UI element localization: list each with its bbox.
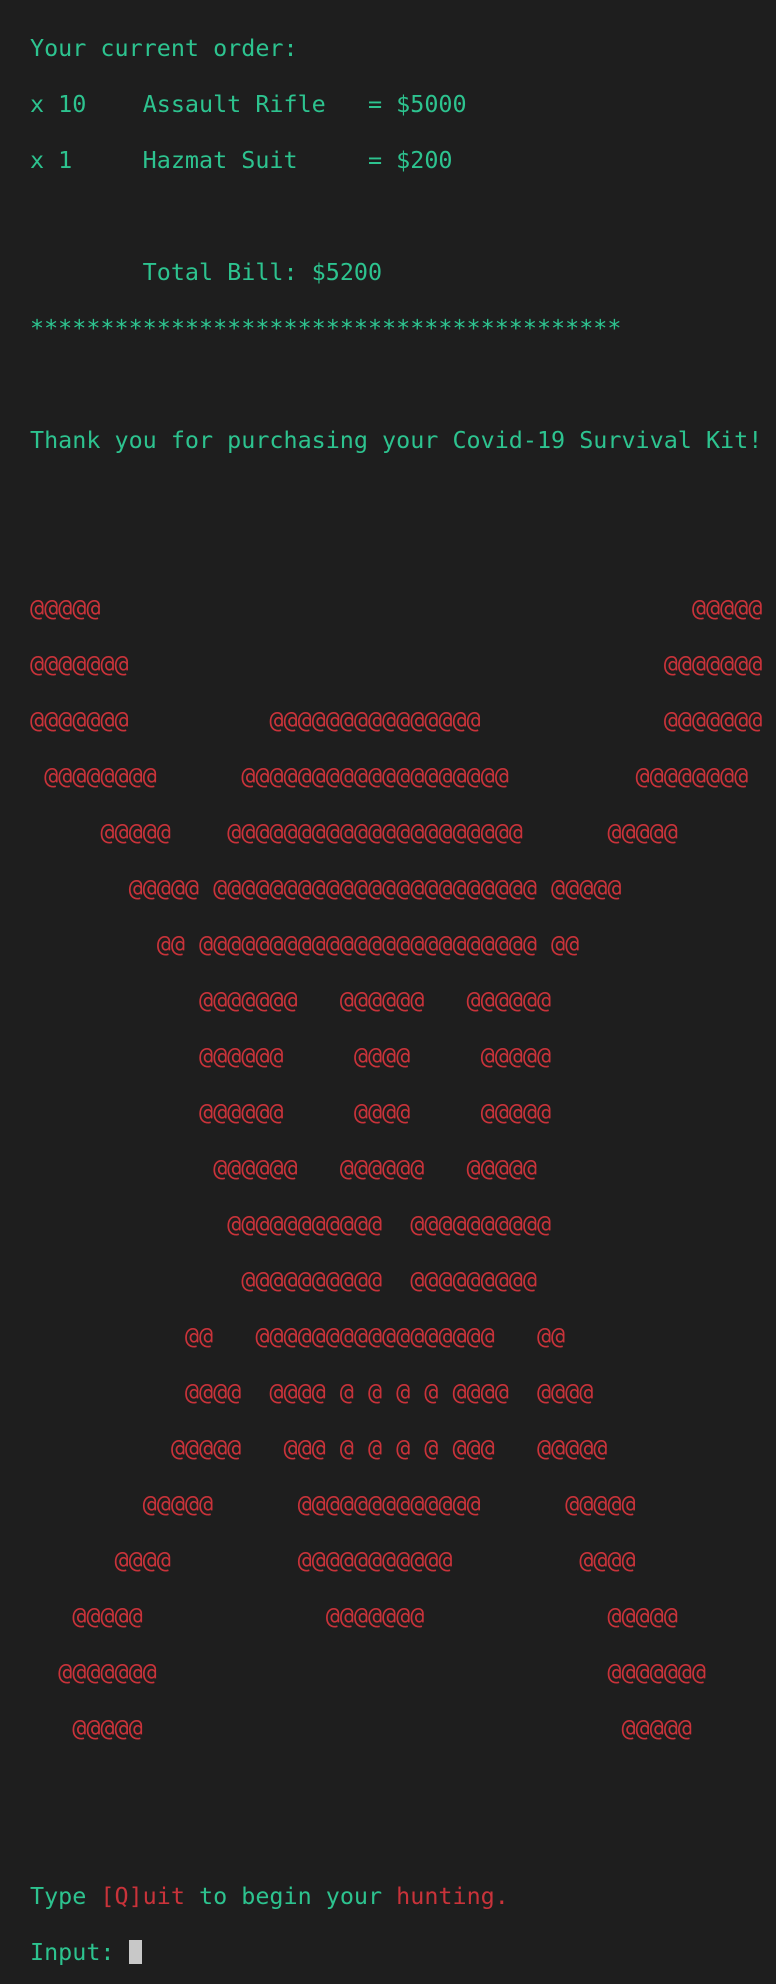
- skull-art-line: @@@@@ @@@@@@@@@@@@@@@@@@@@@ @@@@@: [30, 818, 678, 846]
- skull-art-line: @@@@@ @@@@@@@ @@@@@: [30, 1602, 678, 1630]
- order-item-name: Assault Rifle: [142, 90, 326, 118]
- order-header: Your current order:: [30, 34, 298, 62]
- separator-line: ****************************************…: [30, 314, 622, 342]
- order-line-rifle: x 10 Assault Rifle = $5000: [30, 90, 770, 118]
- order-line-hazmat: x 1 Hazmat Suit = $200: [30, 146, 770, 174]
- quit-key: [Q]: [100, 1882, 143, 1910]
- skull-art-line: @@@@@ @@@@@: [30, 1714, 692, 1742]
- thank-you-message: Thank you for purchasing your Covid-19 S…: [30, 426, 763, 454]
- quit-instruction: Type [Q]uit to begin your hunting.: [30, 1882, 770, 1910]
- order-item-price: = $200: [368, 146, 453, 174]
- skull-art-line: @@ @@@@@@@@@@@@@@@@@@@@@@@@ @@: [30, 930, 580, 958]
- order-qty: x 1: [30, 146, 73, 174]
- skull-art-line: @@@@@ @@@ @ @ @ @ @@@ @@@@@: [30, 1434, 608, 1462]
- skull-art-line: @@@@ @@@@@@@@@@@ @@@@: [30, 1546, 636, 1574]
- text-cursor[interactable]: [128, 1940, 142, 1964]
- skull-art-line: @@@@@ @@@@@@@@@@@@@ @@@@@: [30, 1490, 636, 1518]
- input-label: Input:: [30, 1938, 129, 1966]
- skull-art-line: @@@@@@@@@@@ @@@@@@@@@@: [30, 1210, 552, 1238]
- total-line: Total Bill: $5200: [30, 258, 770, 286]
- terminal-output: Your current order: x 10 Assault Rifle =…: [30, 6, 770, 1984]
- skull-art-line: @@@@@@ @@@@ @@@@@: [30, 1098, 552, 1126]
- to-begin-text: to begin your: [184, 1882, 397, 1910]
- skull-art-line: @@@@@@@ @@@@@@@@@@@@@@@ @@@@@@@: [30, 706, 763, 734]
- input-prompt[interactable]: Input:: [30, 1938, 770, 1966]
- order-total: Total Bill: $5200: [142, 258, 383, 286]
- hunting-word: hunting.: [396, 1882, 509, 1910]
- skull-art-line: @@@@@@ @@@@ @@@@@: [30, 1042, 552, 1070]
- skull-art-line: @@@@@@@ @@@@@@ @@@@@@: [30, 986, 552, 1014]
- order-qty: x 10: [30, 90, 87, 118]
- skull-art-line: @@@@ @@@@ @ @ @ @ @@@@ @@@@: [30, 1378, 594, 1406]
- quit-word-rest: uit: [142, 1882, 185, 1910]
- skull-art-line: @@ @@@@@@@@@@@@@@@@@ @@: [30, 1322, 566, 1350]
- skull-art-line: @@@@@ @@@@@: [30, 594, 763, 622]
- skull-art-line: @@@@@@@@ @@@@@@@@@@@@@@@@@@@ @@@@@@@@: [30, 762, 749, 790]
- skull-art-line: @@@@@@@ @@@@@@@: [30, 650, 763, 678]
- skull-art-line: @@@@@ @@@@@@@@@@@@@@@@@@@@@@@ @@@@@: [30, 874, 622, 902]
- order-item-price: = $5000: [368, 90, 467, 118]
- skull-art-line: @@@@@@@@@@ @@@@@@@@@: [30, 1266, 537, 1294]
- order-item-name: Hazmat Suit: [142, 146, 298, 174]
- type-word: Type: [30, 1882, 101, 1910]
- skull-art-line: @@@@@@ @@@@@@ @@@@@: [30, 1154, 537, 1182]
- skull-art-line: @@@@@@@ @@@@@@@: [30, 1658, 706, 1686]
